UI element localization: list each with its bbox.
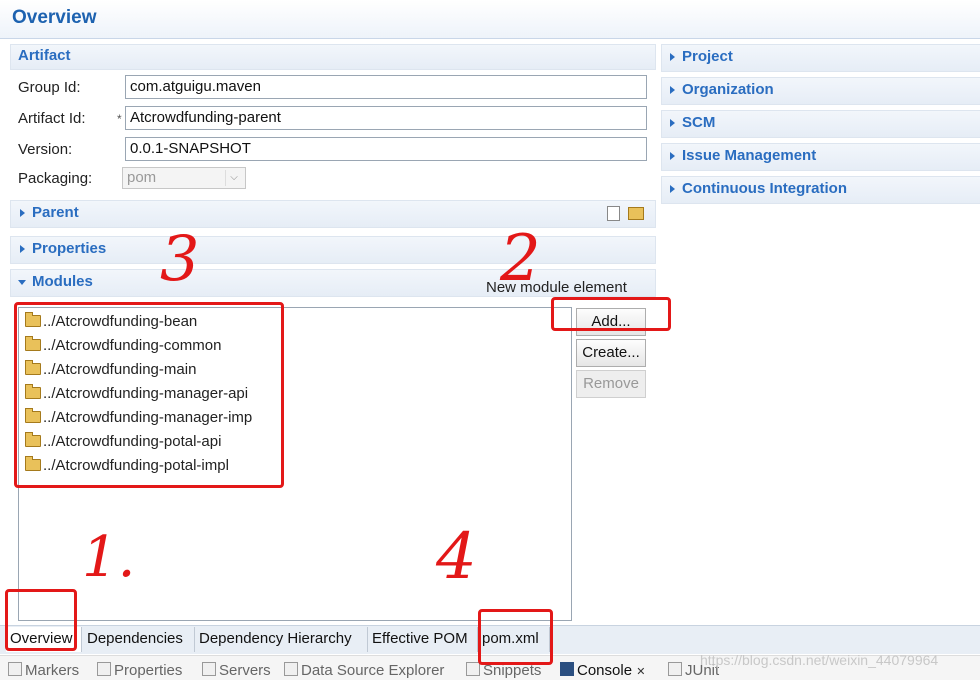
modules-section-title: Modules bbox=[32, 273, 93, 290]
version-label: Version: bbox=[18, 141, 73, 158]
packaging-value: pom bbox=[127, 169, 157, 186]
expand-arrow-icon bbox=[20, 245, 25, 253]
required-marker: * bbox=[117, 112, 122, 126]
parent-section-header[interactable] bbox=[10, 200, 656, 228]
version-field[interactable]: 0.0.1-SNAPSHOT bbox=[125, 137, 647, 161]
annotation-box-modules bbox=[14, 302, 284, 488]
close-icon[interactable]: ✕ bbox=[636, 666, 645, 678]
artifact-id-label: Artifact Id: bbox=[18, 110, 86, 127]
open-folder-icon[interactable] bbox=[628, 207, 644, 220]
tab-console[interactable]: Console ✕ bbox=[560, 662, 645, 679]
organization-section-title: Organization bbox=[682, 81, 774, 98]
artifact-section-header bbox=[10, 44, 656, 70]
packaging-label: Packaging: bbox=[18, 170, 93, 187]
remove-module-button[interactable]: Remove bbox=[576, 370, 646, 398]
project-section-title: Project bbox=[682, 48, 733, 65]
expand-arrow-icon bbox=[670, 119, 675, 127]
editor-header: Overview bbox=[0, 0, 980, 39]
tab-effective-pom[interactable]: Effective POM bbox=[368, 627, 478, 652]
properties-icon bbox=[97, 662, 111, 676]
markers-icon bbox=[8, 662, 22, 676]
group-id-field[interactable]: com.atguigu.maven bbox=[125, 75, 647, 99]
expand-arrow-icon bbox=[670, 53, 675, 61]
annotation-number-4: 4 bbox=[436, 520, 477, 594]
create-module-button[interactable]: Create... bbox=[576, 339, 646, 367]
expand-arrow-icon bbox=[670, 86, 675, 94]
watermark: https://blog.csdn.net/weixin_44079964 bbox=[700, 652, 939, 668]
expand-arrow-icon bbox=[670, 185, 675, 193]
tab-data-source-explorer[interactable]: Data Source Explorer bbox=[284, 662, 444, 679]
tab-servers[interactable]: Servers bbox=[202, 662, 271, 679]
annotation-box-add bbox=[551, 297, 671, 331]
collapse-arrow-icon bbox=[18, 280, 26, 285]
chevron-down-icon: ⌵ bbox=[225, 170, 242, 186]
annotation-box-overview-tab bbox=[5, 589, 77, 651]
annotation-number-2: 2 bbox=[500, 222, 541, 296]
ci-section-title: Continuous Integration bbox=[682, 180, 847, 197]
expand-arrow-icon bbox=[670, 152, 675, 160]
console-icon bbox=[560, 662, 574, 676]
junit-icon bbox=[668, 662, 682, 676]
artifact-section-title: Artifact bbox=[18, 47, 71, 64]
properties-section-header[interactable] bbox=[10, 236, 656, 264]
pom-file-icon[interactable] bbox=[607, 206, 620, 221]
group-id-label: Group Id: bbox=[18, 79, 81, 96]
packaging-select[interactable]: pom ⌵ bbox=[122, 167, 246, 189]
tab-properties[interactable]: Properties bbox=[97, 662, 182, 679]
parent-section-title: Parent bbox=[32, 204, 79, 221]
artifact-id-field[interactable]: Atcrowdfunding-parent bbox=[125, 106, 647, 130]
tab-dependency-hierarchy[interactable]: Dependency Hierarchy bbox=[195, 627, 368, 652]
annotation-box-pom-tab bbox=[478, 609, 553, 665]
annotation-number-1: 1. bbox=[82, 525, 136, 590]
tab-markers[interactable]: Markers bbox=[8, 662, 79, 679]
expand-arrow-icon bbox=[20, 209, 25, 217]
data-source-icon bbox=[284, 662, 298, 676]
editor-title: Overview bbox=[12, 7, 97, 28]
properties-section-title: Properties bbox=[32, 240, 107, 257]
scm-section-title: SCM bbox=[682, 114, 716, 131]
tab-dependencies[interactable]: Dependencies bbox=[83, 627, 195, 652]
annotation-number-3: 3 bbox=[160, 222, 200, 295]
issue-management-section-title: Issue Management bbox=[682, 147, 817, 164]
snippets-icon bbox=[466, 662, 480, 676]
servers-icon bbox=[202, 662, 216, 676]
